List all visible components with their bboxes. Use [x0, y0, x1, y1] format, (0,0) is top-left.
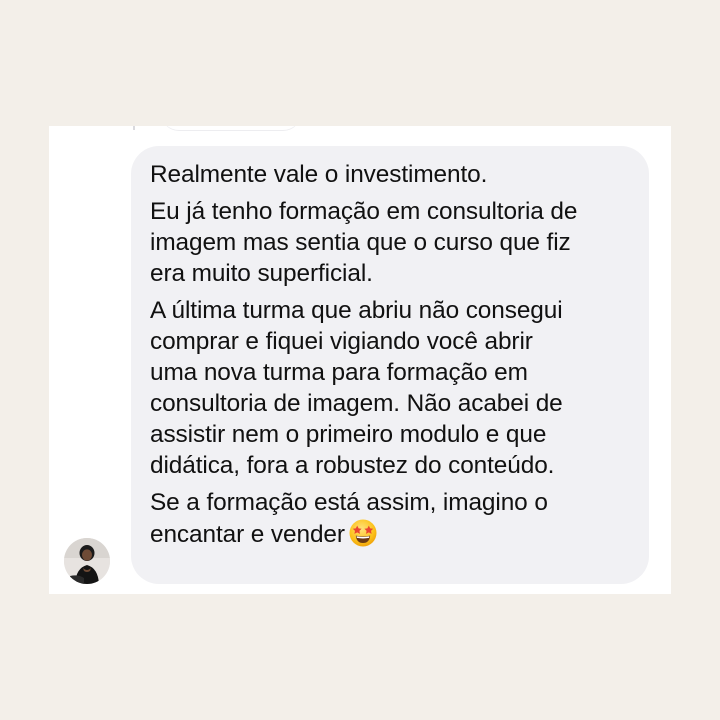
message-line-text: encantar e vender	[150, 521, 345, 548]
chat-screenshot-card: Realmente vale o investimento. Eu já ten…	[49, 126, 671, 594]
message-line: uma nova turma para formação em	[150, 359, 528, 386]
message-paragraph-3: A última turma que abriu não consegui co…	[150, 295, 633, 481]
message-line: assistir nem o primeiro modulo e que	[150, 421, 547, 448]
sender-avatar[interactable]	[64, 538, 110, 584]
message-bubble[interactable]: Realmente vale o investimento. Eu já ten…	[131, 146, 649, 584]
message-paragraph-1: Realmente vale o investimento.	[150, 159, 633, 190]
message-line: didática, fora a robustez do conteúdo.	[150, 452, 555, 479]
message-line: consultoria de imagem. Não acabei de	[150, 390, 563, 417]
message-paragraph-4: Se a formação está assim, imagino o enca…	[150, 487, 633, 550]
message-line: comprar e fiquei vigiando você abrir	[150, 328, 533, 355]
message-line: Se a formação está assim, imagino o	[150, 489, 548, 516]
previous-message-bubble-edge	[161, 126, 301, 131]
message-line-with-emoji: encantar e vender	[150, 518, 633, 550]
message-line: era muito superficial.	[150, 260, 373, 287]
previous-message-mark	[133, 126, 135, 130]
message-line: imagem mas sentia que o curso que fiz	[150, 229, 571, 256]
message-line: A última turma que abriu não consegui	[150, 297, 563, 324]
message-line: Eu já tenho formação em consultoria de	[150, 198, 578, 225]
message-line: Realmente vale o investimento.	[150, 161, 488, 188]
star-struck-emoji-icon	[348, 518, 378, 548]
message-paragraph-2: Eu já tenho formação em consultoria de i…	[150, 196, 633, 289]
